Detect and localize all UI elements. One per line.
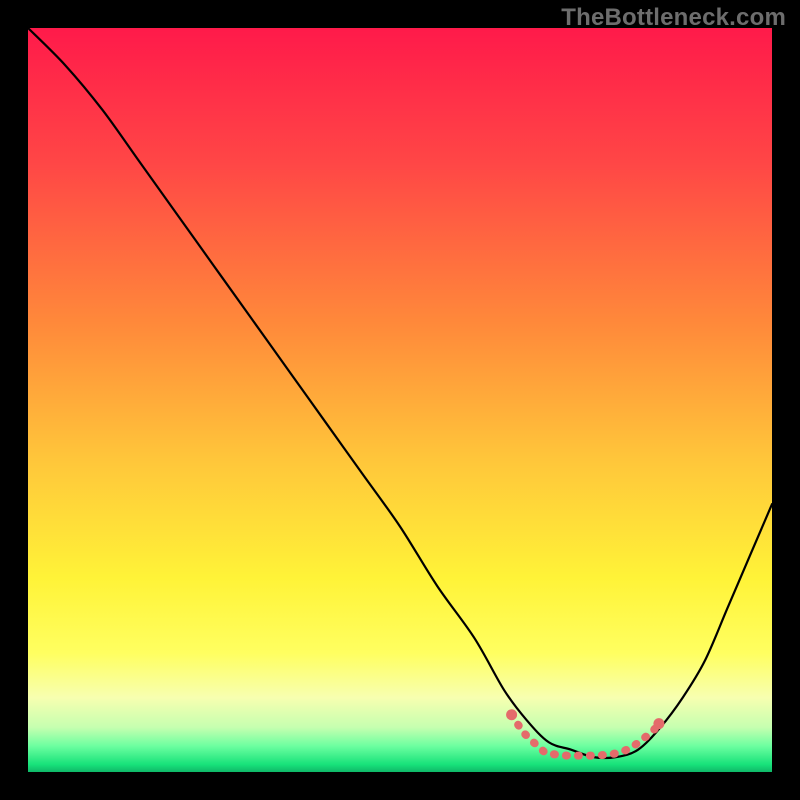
gradient-background [28,28,772,772]
chart-container: TheBottleneck.com [0,0,800,800]
highlight-endpoint [506,709,517,720]
chart-svg [28,28,772,772]
plot-area [28,28,772,772]
highlight-endpoint [653,718,664,729]
